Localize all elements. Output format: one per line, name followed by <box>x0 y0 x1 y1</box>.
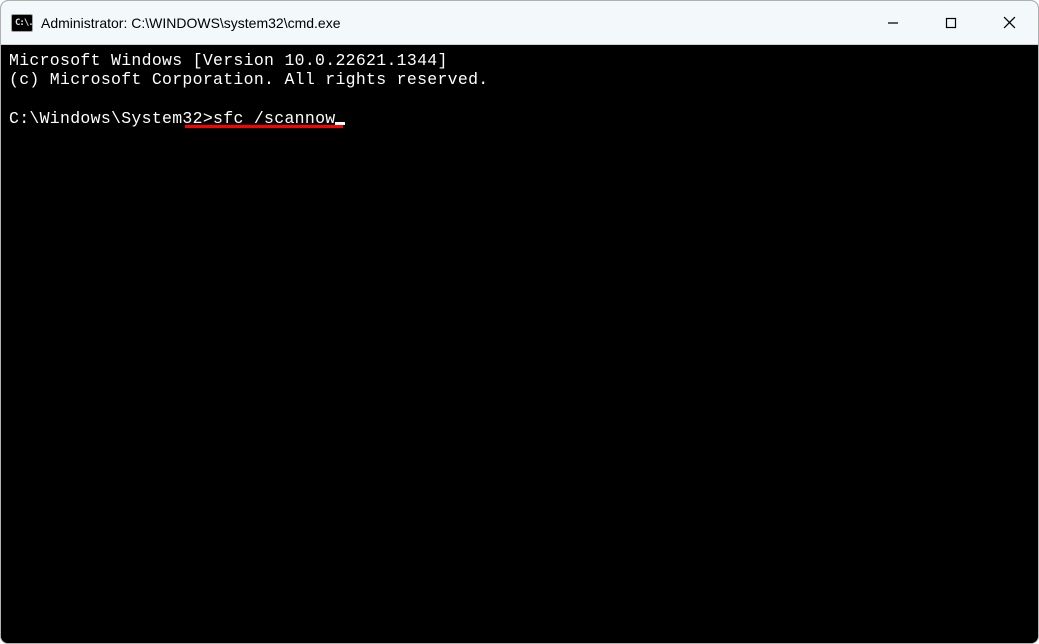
close-icon <box>1003 16 1016 29</box>
cmd-icon: C:\. <box>11 14 33 32</box>
minimize-icon <box>887 17 899 29</box>
window-controls <box>864 1 1038 44</box>
blank-line <box>9 90 1030 109</box>
maximize-button[interactable] <box>922 1 980 44</box>
maximize-icon <box>945 17 957 29</box>
minimize-button[interactable] <box>864 1 922 44</box>
annotation-underline <box>185 125 343 128</box>
terminal-output-line: (c) Microsoft Corporation. All rights re… <box>9 70 1030 89</box>
prompt-text: C:\Windows\System32> <box>9 109 213 128</box>
window-title: Administrator: C:\WINDOWS\system32\cmd.e… <box>41 15 341 31</box>
title-left: C:\. Administrator: C:\WINDOWS\system32\… <box>1 14 864 32</box>
titlebar[interactable]: C:\. Administrator: C:\WINDOWS\system32\… <box>1 1 1038 45</box>
terminal-area[interactable]: Microsoft Windows [Version 10.0.22621.13… <box>1 45 1038 643</box>
terminal-output-line: Microsoft Windows [Version 10.0.22621.13… <box>9 51 1030 70</box>
terminal-prompt-line: C:\Windows\System32>sfc /scannow <box>9 109 1030 128</box>
cmd-window: C:\. Administrator: C:\WINDOWS\system32\… <box>0 0 1039 644</box>
close-button[interactable] <box>980 1 1038 44</box>
